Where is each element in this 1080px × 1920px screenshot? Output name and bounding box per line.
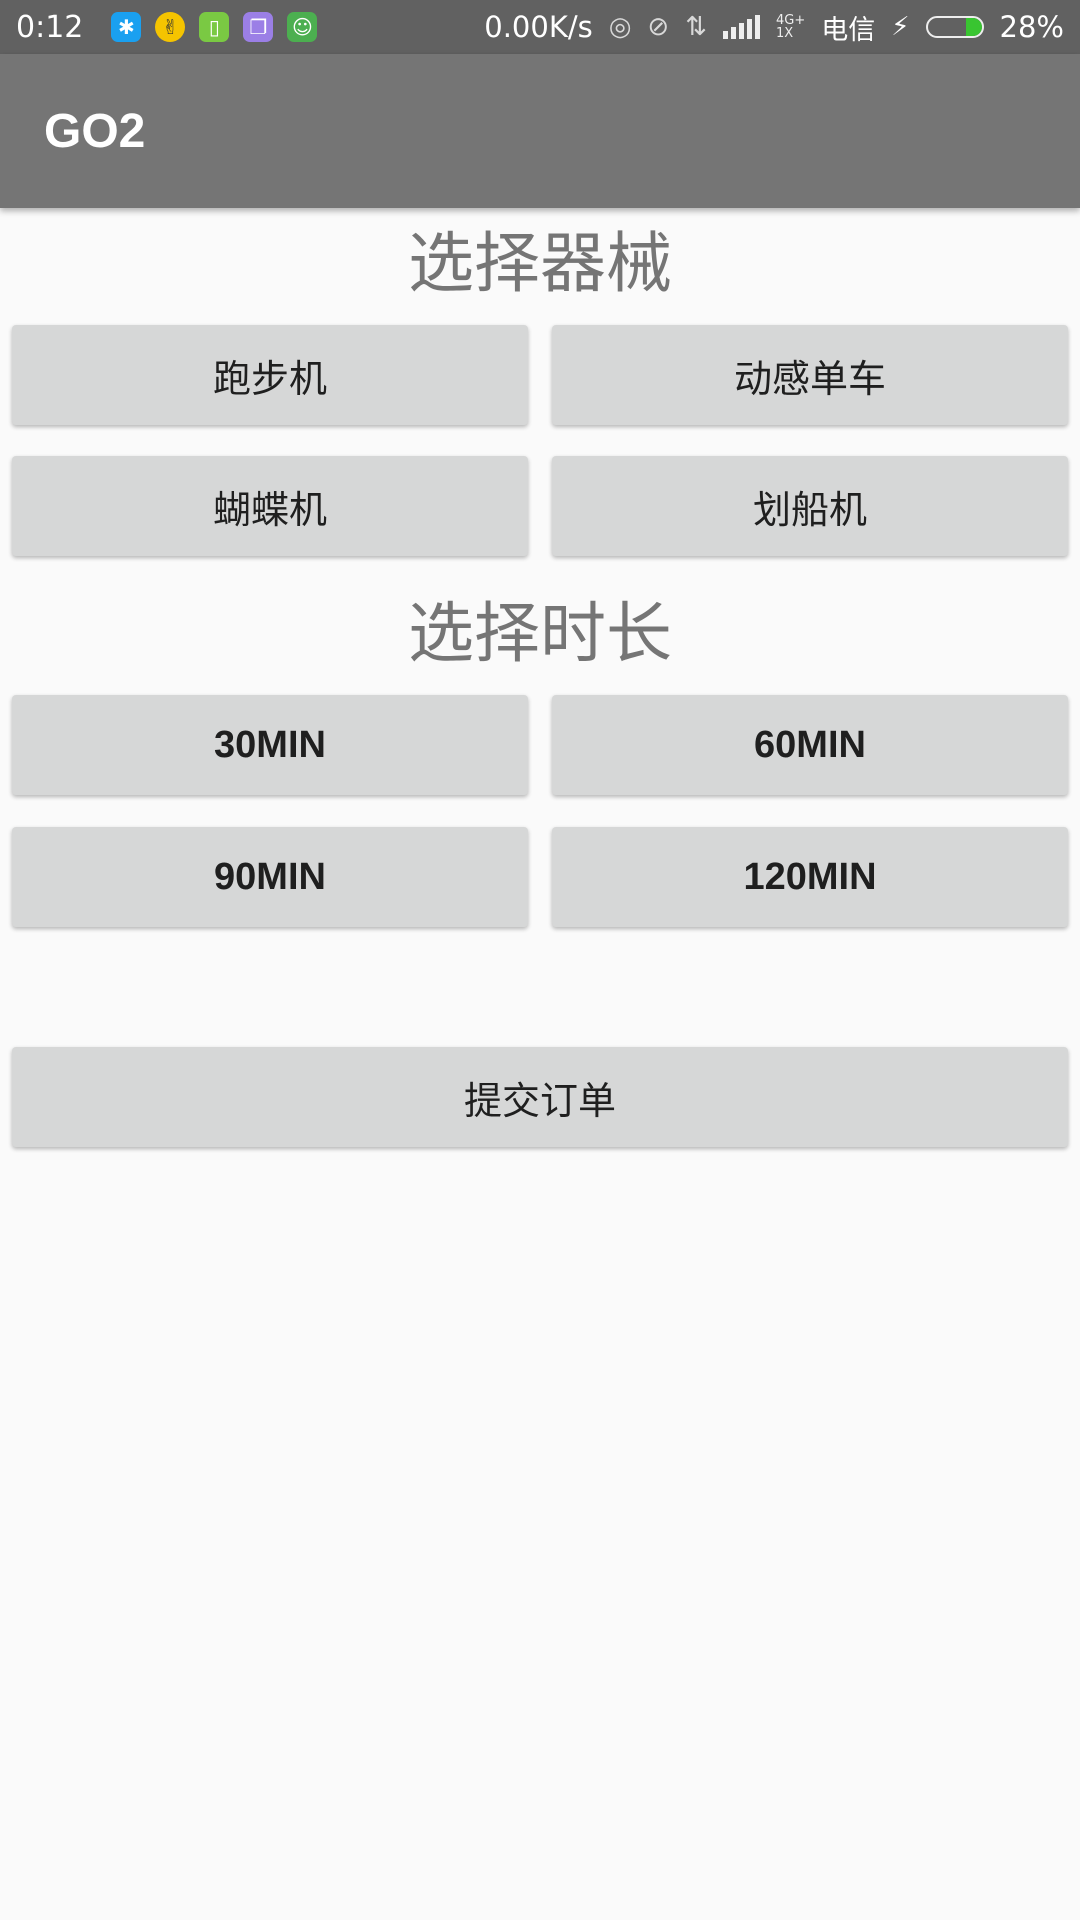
network-type-bottom: 1X <box>776 26 794 41</box>
duration-60min-button[interactable]: 60MIN <box>552 695 1068 795</box>
duration-30min-button[interactable]: 30MIN <box>12 695 528 795</box>
status-left: 0:12 ✱ ✌ ▯ ❐ ☺ <box>16 9 318 45</box>
qq-icon: ✱ <box>111 12 142 42</box>
duration-120min-button[interactable]: 120MIN <box>552 827 1068 927</box>
files-icon: ❐ <box>243 12 274 42</box>
equipment-section-title: 选择器械 <box>408 225 672 302</box>
phone-icon: ▯ <box>199 12 230 42</box>
battery-icon <box>925 16 984 38</box>
battery-percent: 28% <box>999 10 1064 44</box>
battery-fill <box>966 18 982 36</box>
battery-body <box>925 16 984 38</box>
status-right: 0.00K/s ◎ ⊘ ⇅ 4G+ 1X 电信 ⚡ 28% <box>484 8 1064 47</box>
app-bar: GO2 <box>0 54 1080 208</box>
submit-order-button[interactable]: 提交订单 <box>12 1047 1068 1147</box>
network-type: 4G+ 1X <box>776 14 805 40</box>
app-title: GO2 <box>44 104 146 158</box>
equipment-rowing-machine-button[interactable]: 划船机 <box>552 456 1068 556</box>
hotspot-icon: ◎ <box>608 12 632 42</box>
net-speed: 0.00K/s <box>484 10 593 44</box>
hand-icon: ✌ <box>155 12 186 42</box>
equipment-butterfly-machine-button[interactable]: 蝴蝶机 <box>12 456 528 556</box>
status-time: 0:12 <box>16 9 84 45</box>
equipment-treadmill-button[interactable]: 跑步机 <box>12 325 528 425</box>
duration-section-title: 选择时长 <box>408 595 672 672</box>
charging-icon: ⚡ <box>891 12 910 42</box>
duration-90min-button[interactable]: 90MIN <box>12 827 528 927</box>
android-icon: ☺ <box>287 12 318 42</box>
signal-icon <box>723 15 761 39</box>
status-bar: 0:12 ✱ ✌ ▯ ❐ ☺ 0.00K/s ◎ ⊘ ⇅ 4G+ 1X 电信 ⚡ <box>0 0 1080 54</box>
screen: 0:12 ✱ ✌ ▯ ❐ ☺ 0.00K/s ◎ ⊘ ⇅ 4G+ 1X 电信 ⚡ <box>0 0 1080 1920</box>
carrier-name: 电信 <box>821 14 876 46</box>
equipment-spin-bike-button[interactable]: 动感单车 <box>552 325 1068 425</box>
data-arrows-icon: ⇅ <box>685 12 708 42</box>
alarm-off-icon: ⊘ <box>647 12 670 42</box>
